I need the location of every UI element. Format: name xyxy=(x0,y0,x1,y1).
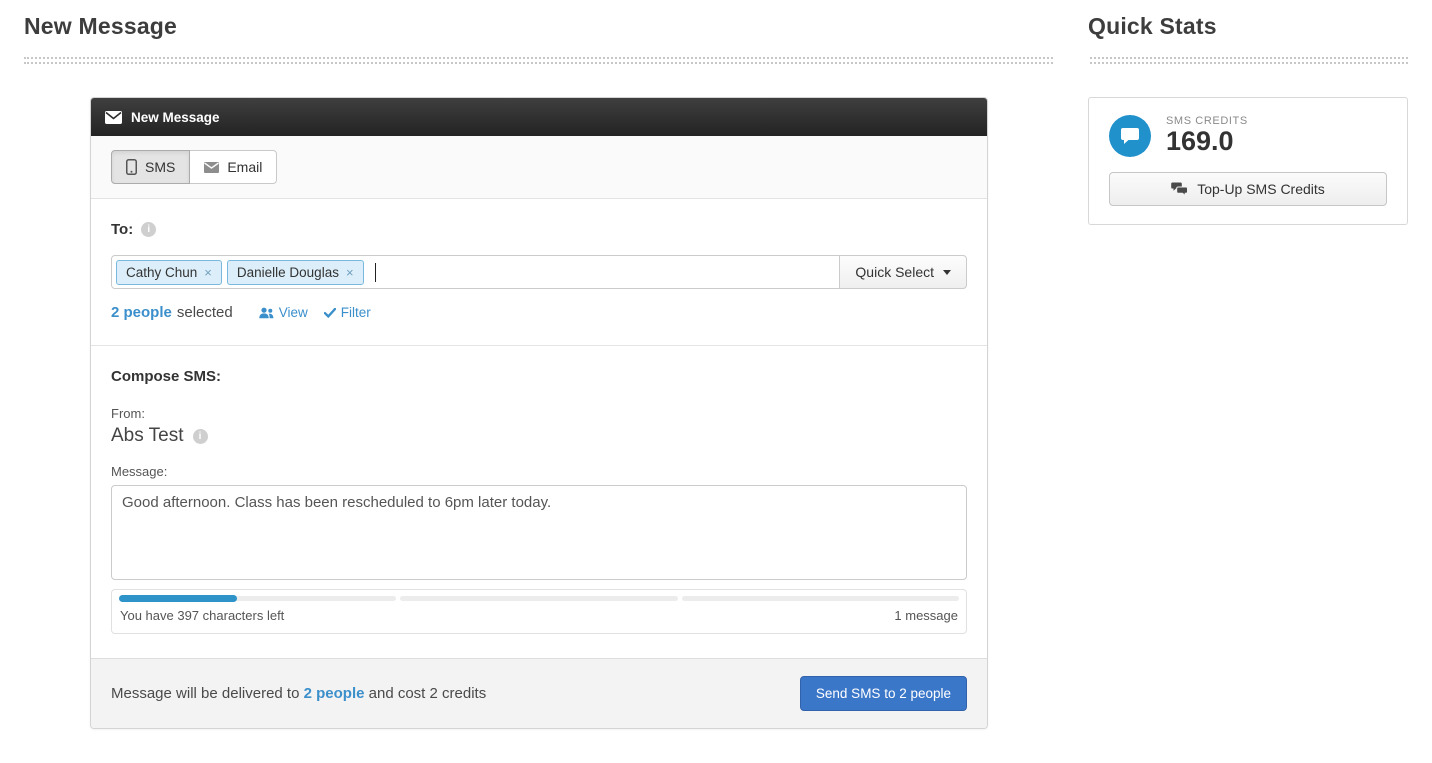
remove-recipient-icon[interactable]: × xyxy=(346,266,354,279)
compose-title: Compose SMS: xyxy=(111,368,221,385)
info-icon[interactable]: i xyxy=(193,429,208,444)
recipient-name: Cathy Chun xyxy=(126,265,197,280)
channel-tab-band: SMS Email xyxy=(91,136,987,199)
divider xyxy=(1090,57,1408,64)
selected-count: 2 people xyxy=(111,304,172,321)
sms-credits-value: 169.0 xyxy=(1166,127,1248,157)
tab-sms[interactable]: SMS xyxy=(111,150,190,184)
characters-left-text: You have 397 characters left xyxy=(120,608,284,623)
envelope-icon xyxy=(204,162,219,173)
selected-links: View Filter xyxy=(259,305,371,320)
panel-header: New Message xyxy=(91,98,987,136)
chat-bubble-icon xyxy=(1109,115,1151,157)
recipients-section: To: i Cathy Chun × Danielle Douglas × xyxy=(91,199,987,345)
message-label: Message: xyxy=(111,464,967,479)
channel-tab-group: SMS Email xyxy=(111,150,277,184)
view-link[interactable]: View xyxy=(259,305,308,320)
recipients-input-group: Cathy Chun × Danielle Douglas × Quick Se… xyxy=(111,255,967,289)
envelope-icon xyxy=(105,111,122,124)
recipient-tag: Cathy Chun × xyxy=(116,260,222,285)
divider xyxy=(24,57,1053,64)
tab-email[interactable]: Email xyxy=(189,150,277,184)
delivery-prefix: Message will be delivered to xyxy=(111,685,304,702)
recipients-input[interactable]: Cathy Chun × Danielle Douglas × xyxy=(111,255,840,289)
message-count-text: 1 message xyxy=(894,608,958,623)
track-segment xyxy=(682,596,959,601)
to-label: To: xyxy=(111,221,133,238)
view-link-label: View xyxy=(279,305,308,320)
delivery-summary: Message will be delivered to 2 people an… xyxy=(111,685,486,702)
track-segment xyxy=(400,596,677,601)
from-label: From: xyxy=(111,406,967,421)
chat-bubbles-icon xyxy=(1171,182,1188,196)
topup-sms-credits-button[interactable]: Top-Up SMS Credits xyxy=(1109,172,1387,206)
remove-recipient-icon[interactable]: × xyxy=(204,266,212,279)
quick-stats-card: SMS CREDITS 169.0 Top-Up SMS Credits xyxy=(1088,97,1408,225)
delivery-people-count: 2 people xyxy=(304,685,365,702)
send-sms-button[interactable]: Send SMS to 2 people xyxy=(800,676,967,711)
sender-name: Abs Test xyxy=(111,425,184,447)
new-message-panel: New Message SMS Email T xyxy=(90,97,988,729)
character-stats-row: You have 397 characters left 1 message xyxy=(112,601,966,633)
selected-summary-row: 2 people selected View Filter xyxy=(111,304,967,321)
tab-email-label: Email xyxy=(227,159,262,175)
sms-credits-block: SMS CREDITS 169.0 xyxy=(1166,115,1248,157)
tab-sms-label: SMS xyxy=(145,159,175,175)
quick-select-button[interactable]: Quick Select xyxy=(839,255,967,289)
progress-fill xyxy=(119,595,237,602)
page-title: New Message xyxy=(24,13,177,40)
page: New Message Quick Stats New Message SMS xyxy=(0,0,1432,763)
phone-icon xyxy=(126,159,137,175)
panel-title: New Message xyxy=(131,110,220,125)
recipient-tag: Danielle Douglas × xyxy=(227,260,364,285)
delivery-suffix: and cost 2 credits xyxy=(364,685,486,702)
compose-section: Compose SMS: From: Abs Test i Message: G… xyxy=(91,345,987,658)
selected-suffix: selected xyxy=(177,304,233,321)
sms-length-meter: You have 397 characters left 1 message xyxy=(111,589,967,634)
message-textarea[interactable]: Good afternoon. Class has been reschedul… xyxy=(111,485,967,580)
filter-link-label: Filter xyxy=(341,305,371,320)
text-caret xyxy=(375,263,376,282)
check-icon xyxy=(324,308,336,318)
filter-link[interactable]: Filter xyxy=(324,305,371,320)
to-label-row: To: i xyxy=(111,221,156,238)
quick-stats-title: Quick Stats xyxy=(1088,13,1217,40)
quick-select-label: Quick Select xyxy=(855,264,934,280)
chevron-down-icon xyxy=(943,270,951,275)
info-icon[interactable]: i xyxy=(141,222,156,237)
recipient-name: Danielle Douglas xyxy=(237,265,339,280)
topup-button-label: Top-Up SMS Credits xyxy=(1197,181,1325,197)
sms-credits-row: SMS CREDITS 169.0 xyxy=(1109,115,1387,157)
composer-footer: Message will be delivered to 2 people an… xyxy=(91,658,987,728)
from-row: Abs Test i xyxy=(111,425,967,447)
character-progress-track xyxy=(119,596,959,601)
users-icon xyxy=(259,307,274,319)
